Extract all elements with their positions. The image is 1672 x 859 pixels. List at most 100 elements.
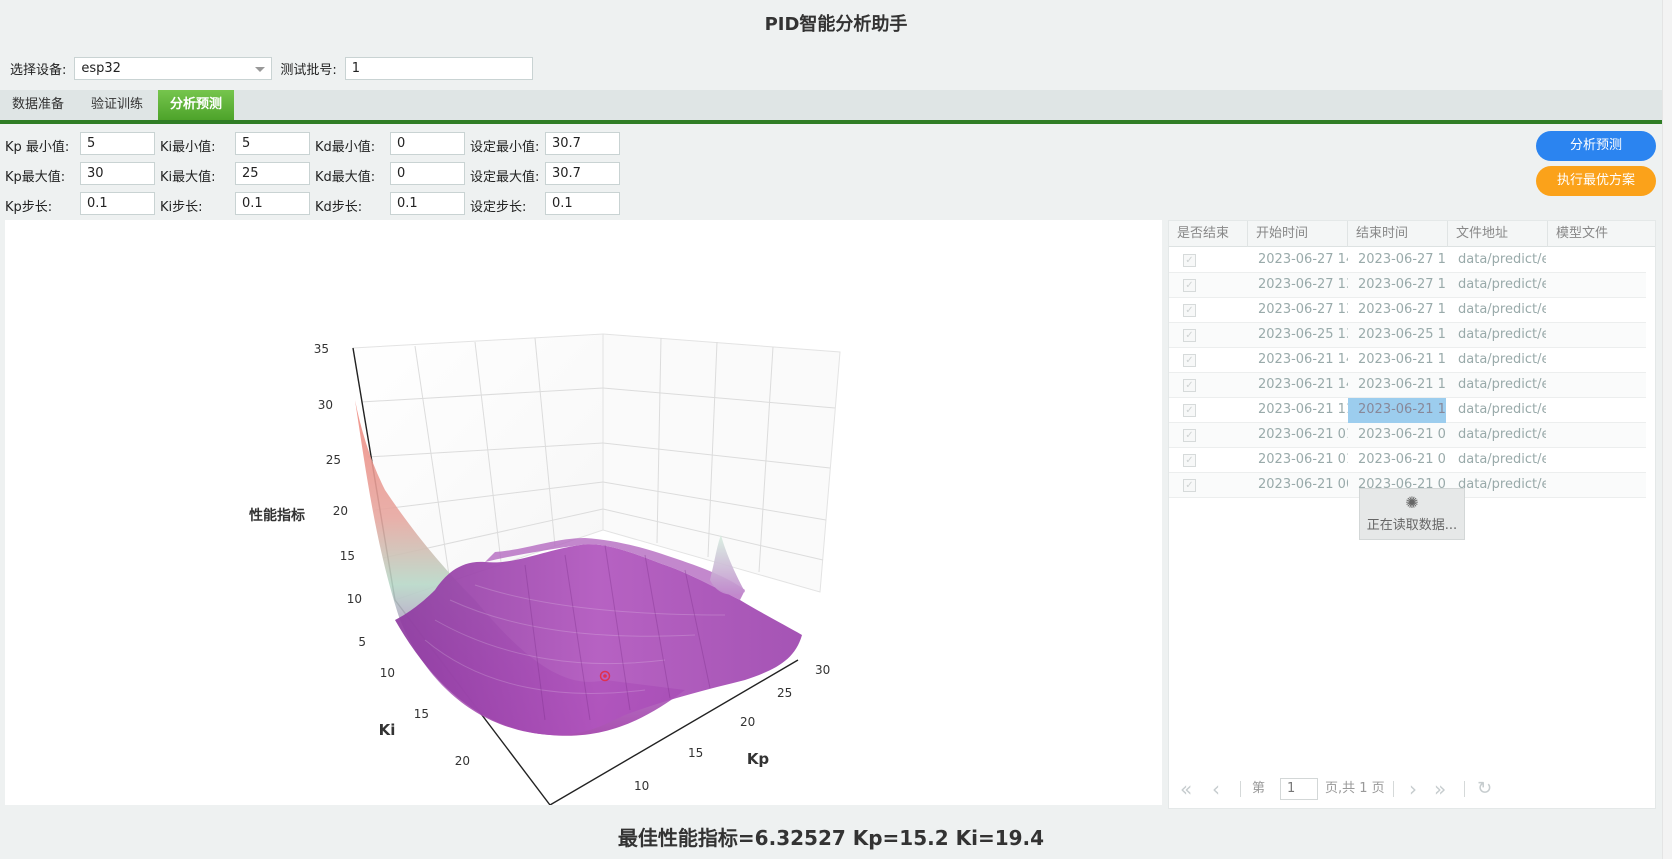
file-path-cell: data/predict/esp xyxy=(1458,302,1546,317)
finished-checkbox[interactable]: ✓ xyxy=(1183,304,1196,317)
end-time-cell: 2023-06-21 11: xyxy=(1348,398,1446,423)
tab-validate-train[interactable]: 验证训练 xyxy=(79,90,155,120)
table-row[interactable]: ✓ 2023-06-25 13: 2023-06-25 13: data/predic… xyxy=(1169,323,1646,348)
finished-checkbox[interactable]: ✓ xyxy=(1183,354,1196,367)
predict-button[interactable]: 分析预测 xyxy=(1536,131,1656,161)
page-suffix: 页,共 1 页 xyxy=(1325,781,1385,796)
column-header-model-file[interactable]: 模型文件 xyxy=(1548,221,1655,247)
batch-label: 测试批号: xyxy=(280,62,337,78)
kp-tick: 15 xyxy=(688,746,703,760)
ki-step-input[interactable]: 0.1 xyxy=(235,192,310,215)
surface-chart-panel[interactable]: 35 30 25 20 15 10 5 性能指标 10 15 20 Ki 10 … xyxy=(5,220,1162,806)
column-header-end-time[interactable]: 结束时间 xyxy=(1348,221,1448,247)
kd-step-label: Kd步长: xyxy=(315,200,363,215)
end-time-cell: 2023-06-27 13: xyxy=(1358,302,1446,317)
file-path-cell: data/predict/esp xyxy=(1458,277,1546,292)
z-axis-ticks: 35 30 25 20 15 10 5 xyxy=(314,342,366,649)
surface-chart[interactable]: 35 30 25 20 15 10 5 性能指标 10 15 20 Ki 10 … xyxy=(5,220,1162,806)
start-time-cell: 2023-06-27 13: xyxy=(1258,277,1348,292)
table-row[interactable]: ✓ 2023-06-21 11:2023-06-21 11: data/predic… xyxy=(1169,398,1646,423)
finished-checkbox[interactable]: ✓ xyxy=(1183,404,1196,417)
column-header-start-time[interactable]: 开始时间 xyxy=(1248,221,1348,247)
spinner-icon: ✺ xyxy=(1405,493,1419,512)
column-header-finished[interactable]: 是否结束 xyxy=(1169,221,1248,247)
file-path-cell: data/predict/esp xyxy=(1458,402,1546,417)
file-path-cell: data/predict/esp xyxy=(1458,327,1546,342)
table-row[interactable]: ✓ 2023-06-27 13: 2023-06-27 13: data/predic… xyxy=(1169,273,1646,298)
table-row[interactable]: ✓ 2023-06-21 01: 2023-06-21 01: data/predic… xyxy=(1169,423,1646,448)
page-number-input[interactable]: 1 xyxy=(1280,778,1318,800)
table-row[interactable]: ✓ 2023-06-21 14: 2023-06-21 14: data/predic… xyxy=(1169,373,1646,398)
kp-step-label: Kp步长: xyxy=(5,200,53,215)
finished-checkbox[interactable]: ✓ xyxy=(1183,379,1196,392)
next-page-icon[interactable]: › xyxy=(1409,776,1417,802)
device-label: 选择设备: xyxy=(10,62,67,78)
chevron-down-icon[interactable] xyxy=(255,66,266,72)
table-row[interactable]: ✓ 2023-06-27 14: 2023-06-27 14: data/predic… xyxy=(1169,248,1646,273)
kd-max-label: Kd最大值: xyxy=(315,170,376,185)
kp-min-input[interactable]: 5 xyxy=(80,132,155,155)
finished-checkbox[interactable]: ✓ xyxy=(1183,254,1196,267)
first-page-icon[interactable]: « xyxy=(1180,776,1192,802)
kp-tick: 20 xyxy=(740,715,755,729)
z-tick: 10 xyxy=(347,592,362,606)
kd-min-label: Kd最小值: xyxy=(315,140,376,155)
start-time-cell: 2023-06-21 11: xyxy=(1258,402,1348,417)
kd-min-input[interactable]: 0 xyxy=(390,132,465,155)
kp-tick: 30 xyxy=(815,663,830,677)
file-path-cell: data/predict/esp xyxy=(1458,252,1546,267)
start-time-cell: 2023-06-25 13: xyxy=(1258,327,1348,342)
ki-tick: 10 xyxy=(380,666,395,680)
set-min-label: 设定最小值: xyxy=(470,140,540,155)
execute-best-button[interactable]: 执行最优方案 xyxy=(1536,166,1656,196)
ki-min-label: Ki最小值: xyxy=(160,140,216,155)
tab-analyze-predict[interactable]: 分析预测 xyxy=(158,90,235,120)
table-row[interactable]: ✓ 2023-06-21 01: 2023-06-21 01: data/predic… xyxy=(1169,448,1646,473)
end-time-cell: 2023-06-21 01: xyxy=(1358,427,1446,442)
ki-max-input[interactable]: 25 xyxy=(235,162,310,185)
prev-page-icon[interactable]: ‹ xyxy=(1212,776,1220,802)
app-title: PID智能分析助手 xyxy=(764,14,908,35)
batch-input[interactable]: 1 xyxy=(344,56,533,80)
finished-checkbox[interactable]: ✓ xyxy=(1183,279,1196,292)
ki-min-input[interactable]: 5 xyxy=(235,132,310,155)
start-time-cell: 2023-06-27 13: xyxy=(1258,302,1348,317)
best-result-text: 最佳性能指标=6.32527 Kp=15.2 Ki=19.4 xyxy=(617,826,1045,850)
tab-data-prep[interactable]: 数据准备 xyxy=(0,90,76,120)
start-time-cell: 2023-06-21 14: xyxy=(1258,377,1348,392)
z-tick: 5 xyxy=(358,635,366,649)
z-tick: 25 xyxy=(326,453,341,467)
kd-step-input[interactable]: 0.1 xyxy=(390,192,465,215)
page-scrollbar[interactable] xyxy=(1662,0,1672,859)
ki-tick: 15 xyxy=(414,707,429,721)
device-select-value: esp32 xyxy=(81,60,121,76)
loading-text: 正在读取数据... xyxy=(1366,518,1458,533)
end-time-cell: 2023-06-21 01: xyxy=(1358,452,1446,467)
set-step-input[interactable]: 0.1 xyxy=(545,192,620,215)
kd-max-input[interactable]: 0 xyxy=(390,162,465,185)
finished-checkbox[interactable]: ✓ xyxy=(1183,454,1196,467)
finished-checkbox[interactable]: ✓ xyxy=(1183,479,1196,492)
kp-min-label: Kp 最小值: xyxy=(5,140,70,155)
table-row[interactable]: ✓ 2023-06-21 14: 2023-06-21 14: data/predic… xyxy=(1169,348,1646,373)
z-tick: 30 xyxy=(318,398,333,412)
end-time-cell: 2023-06-27 14: xyxy=(1358,252,1446,267)
finished-checkbox[interactable]: ✓ xyxy=(1183,429,1196,442)
start-time-cell: 2023-06-21 00: xyxy=(1258,477,1348,492)
kp-tick: 25 xyxy=(777,686,792,700)
table-row[interactable]: ✓ 2023-06-27 13: 2023-06-27 13: data/predic… xyxy=(1169,298,1646,323)
tab-bar: 数据准备 验证训练 分析预测 xyxy=(0,90,1662,124)
column-header-file-path[interactable]: 文件地址 xyxy=(1448,221,1548,247)
z-tick: 20 xyxy=(333,504,348,518)
set-max-label: 设定最大值: xyxy=(470,170,540,185)
set-min-input[interactable]: 30.7 xyxy=(545,132,620,155)
device-select[interactable]: esp32 xyxy=(74,56,273,80)
finished-checkbox[interactable]: ✓ xyxy=(1183,329,1196,342)
divider xyxy=(1240,781,1241,797)
set-max-input[interactable]: 30.7 xyxy=(545,162,620,185)
refresh-icon[interactable]: ↻ xyxy=(1477,776,1492,802)
last-page-icon[interactable]: » xyxy=(1434,776,1446,802)
kp-step-input[interactable]: 0.1 xyxy=(80,192,155,215)
page-prefix: 第 xyxy=(1252,781,1266,796)
kp-max-input[interactable]: 30 xyxy=(80,162,155,185)
